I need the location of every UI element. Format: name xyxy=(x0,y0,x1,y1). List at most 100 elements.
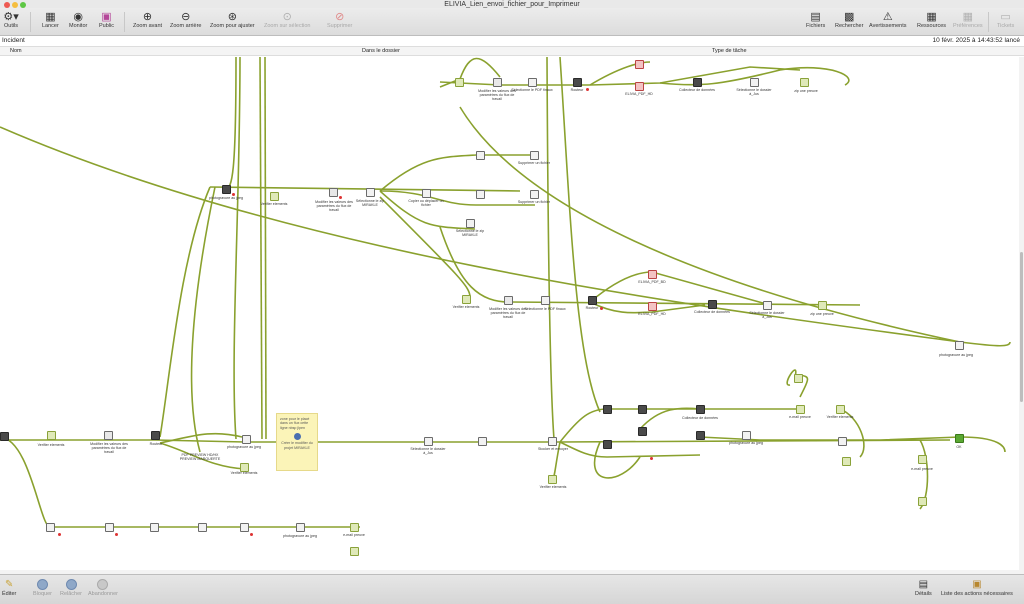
routeur-node[interactable] xyxy=(603,440,612,449)
routeur-node[interactable] xyxy=(198,523,207,532)
node-label: OK xyxy=(956,445,962,449)
selectionner-pdf-node[interactable] xyxy=(541,296,550,305)
collecteur-node[interactable] xyxy=(696,431,705,440)
routeur-node[interactable] xyxy=(476,190,485,199)
actions-list-button[interactable]: ▣ Liste des actions nécessaires xyxy=(941,578,1013,597)
routeur-node[interactable] xyxy=(105,523,114,532)
zip-node[interactable] xyxy=(818,301,827,310)
email-node[interactable] xyxy=(350,523,359,532)
selectionner-pdf-node[interactable] xyxy=(150,523,159,532)
collecteur-node[interactable] xyxy=(696,405,705,414)
email-node[interactable] xyxy=(794,374,803,383)
outils-button[interactable]: ⚙▾ Outils xyxy=(3,10,18,34)
flow-line xyxy=(190,186,216,453)
elivia-pdf-hd-node[interactable] xyxy=(648,302,657,311)
zoom-selection-button[interactable]: ⊙ Zoom sur sélection xyxy=(264,10,310,34)
stocker-node[interactable] xyxy=(548,437,557,446)
photogravure-node[interactable] xyxy=(955,341,964,350)
supprimer-fichier-node[interactable] xyxy=(530,190,539,199)
verifier-elements-node[interactable] xyxy=(47,431,56,440)
modifier-valeurs-node[interactable] xyxy=(329,188,338,197)
details-button[interactable]: ▤ Détails xyxy=(915,578,932,597)
zoom-in-button[interactable]: ⊕ Zoom avant xyxy=(133,10,162,34)
col-type[interactable]: Type de tâche xyxy=(712,47,747,56)
col-nom[interactable]: Nom xyxy=(10,47,22,56)
workflow-canvas[interactable]: photogravure au jpeg Verifier elements M… xyxy=(0,57,1024,574)
zoom-out-button[interactable]: ⊖ Zoom arrière xyxy=(170,10,201,34)
node-label: photogravure au jpeg xyxy=(209,196,243,200)
flow-line xyxy=(439,226,861,306)
routeur-node[interactable] xyxy=(573,78,582,87)
zip-node[interactable] xyxy=(800,78,809,87)
verifier-elements-node[interactable] xyxy=(462,295,471,304)
fichiers-button[interactable]: ▤ Fichiers xyxy=(806,10,825,34)
selectionne-zip-node[interactable] xyxy=(366,188,375,197)
routeur-node[interactable] xyxy=(476,151,485,160)
copier-deplacer-node[interactable] xyxy=(422,189,431,198)
zoom-out-icon: ⊖ xyxy=(181,11,191,23)
routeur-node[interactable] xyxy=(588,296,597,305)
zoom-in-icon: ⊕ xyxy=(142,11,153,23)
email-node[interactable] xyxy=(796,405,805,414)
resources-icon: ▦ xyxy=(926,11,937,23)
elivia-pdf-hd-node[interactable] xyxy=(635,82,644,91)
node-label: Collecteur de données xyxy=(682,416,718,420)
modifier-valeurs-node[interactable] xyxy=(504,296,513,305)
relacher-button[interactable]: Relâcher xyxy=(60,578,82,597)
selectionner-dossier-node[interactable] xyxy=(763,301,772,310)
photogravure-node[interactable] xyxy=(222,185,231,194)
verifier-elements-node[interactable] xyxy=(918,497,927,506)
preferences-button[interactable]: ▦ Préférences xyxy=(953,10,983,34)
supprimer-fichier-node[interactable] xyxy=(530,151,539,160)
verifier-elements-node[interactable] xyxy=(455,78,464,87)
tickets-button[interactable]: ▭ Tickets xyxy=(997,10,1014,34)
routeur-node[interactable] xyxy=(603,405,612,414)
routeur-node[interactable] xyxy=(240,523,249,532)
photogravure-node[interactable] xyxy=(742,431,751,440)
routeur-node[interactable] xyxy=(151,431,160,440)
selectionner-dossier-node[interactable] xyxy=(750,78,759,87)
collecteur-node[interactable] xyxy=(708,300,717,309)
col-dossier[interactable]: Dans le dossier xyxy=(362,47,400,56)
zip-node[interactable] xyxy=(478,437,487,446)
routeur-node[interactable] xyxy=(638,405,647,414)
public-button[interactable]: ▣ Public xyxy=(99,10,114,34)
selectionner-pdf-node[interactable] xyxy=(528,78,537,87)
verifier-elements-node[interactable] xyxy=(270,192,279,201)
email-node[interactable] xyxy=(350,547,359,556)
collecteur-node[interactable] xyxy=(693,78,702,87)
error-indicator xyxy=(58,533,61,536)
pencil-icon: ✎ xyxy=(4,579,14,590)
routeur-node[interactable] xyxy=(638,427,647,436)
elivia-pdf-bd-node[interactable] xyxy=(635,60,644,69)
photogravure-node[interactable] xyxy=(242,435,251,444)
node-label: e-mail preuve xyxy=(789,415,811,419)
modifier-valeurs-node[interactable] xyxy=(104,431,113,440)
selectionner-dossier-node[interactable] xyxy=(424,437,433,446)
routeur-node[interactable] xyxy=(466,219,475,228)
zoom-fit-button[interactable]: ⊛ Zoom pour ajuster xyxy=(210,10,255,34)
ressources-button[interactable]: ▦ Ressources xyxy=(917,10,946,34)
bloquer-button[interactable]: Bloquer xyxy=(33,578,52,597)
modifier-valeurs-node[interactable] xyxy=(493,78,502,87)
vertical-scrollbar[interactable] xyxy=(1019,57,1024,574)
supprimer-button[interactable]: ⊘ Supprimer xyxy=(327,10,352,34)
rechercher-button[interactable]: ▩ Rechercher xyxy=(835,10,863,34)
ok-node[interactable] xyxy=(955,434,964,443)
routeur-node[interactable] xyxy=(46,523,55,532)
sticky-note[interactable]: zone pour le placé dans un flux cette li… xyxy=(276,413,318,471)
email-node[interactable] xyxy=(842,457,851,466)
verifier-elements-node[interactable] xyxy=(836,405,845,414)
photogravure-node[interactable] xyxy=(296,523,305,532)
editer-button[interactable]: ✎ Éditer xyxy=(2,578,16,597)
monitor-button[interactable]: ◉ Monitor xyxy=(69,10,87,34)
abandonner-button[interactable]: Abandonner xyxy=(88,578,118,597)
verifier-elements-node[interactable] xyxy=(548,475,557,484)
elivia-pdf-bd-node[interactable] xyxy=(648,270,657,279)
vertical-scroll-thumb[interactable] xyxy=(1020,252,1023,402)
routeur-node[interactable] xyxy=(838,437,847,446)
avertissements-button[interactable]: ⚠ Avertissements xyxy=(869,10,907,34)
email-node[interactable] xyxy=(918,455,927,464)
lancer-button[interactable]: ▦ Lancer xyxy=(42,10,59,34)
routeur-node[interactable] xyxy=(0,432,9,441)
